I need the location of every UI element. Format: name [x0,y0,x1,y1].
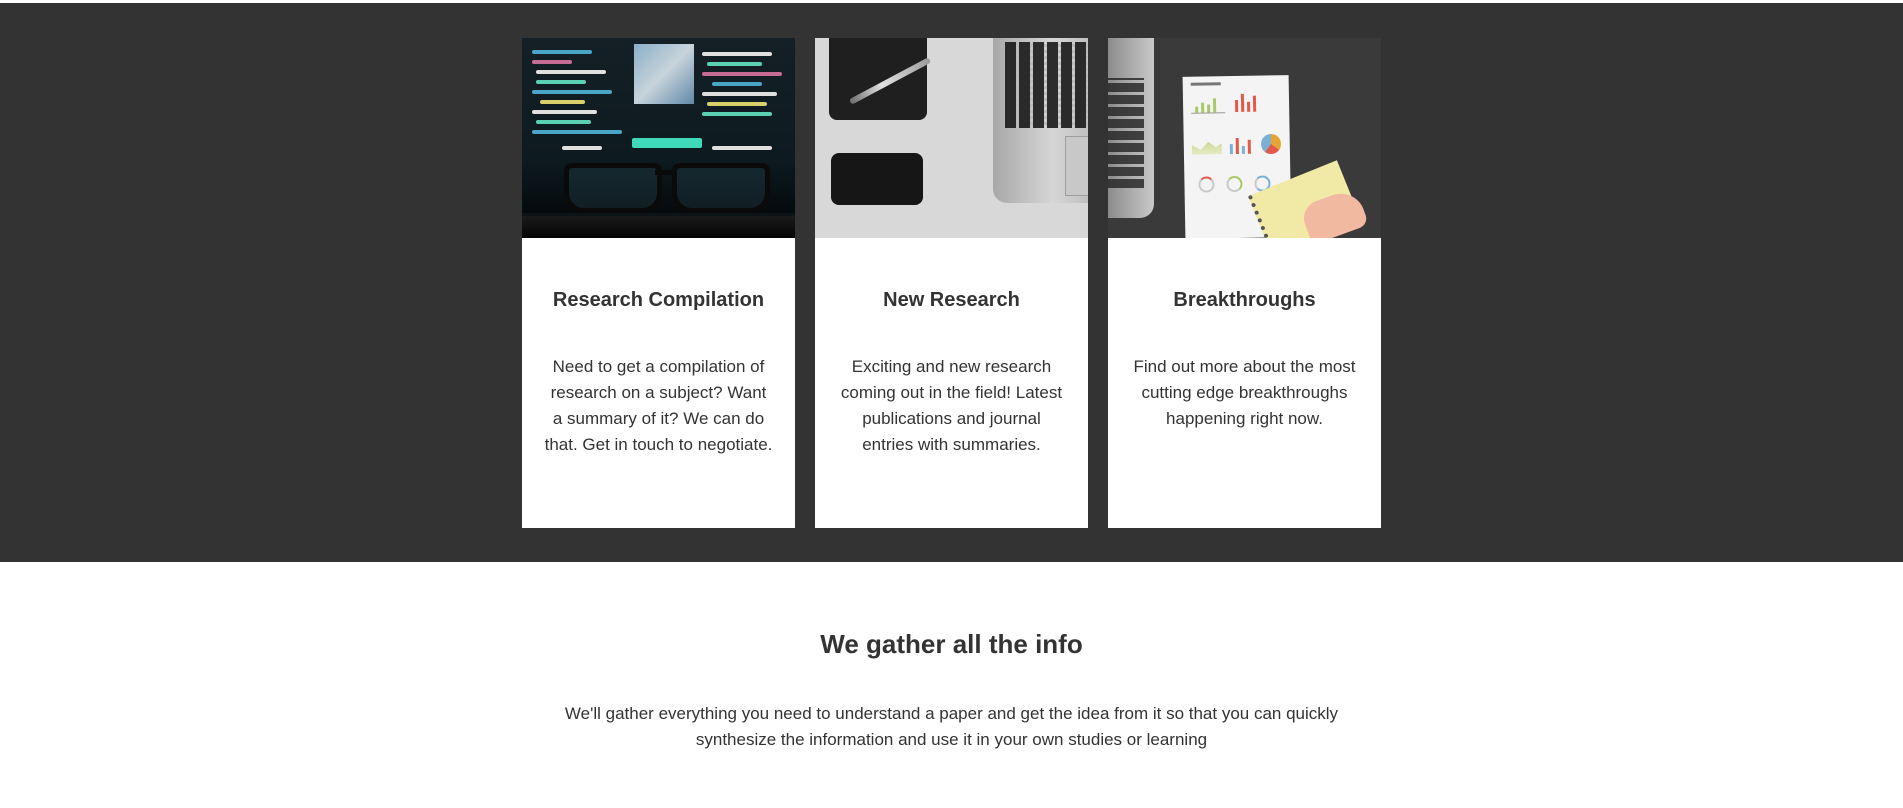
image-panel [634,44,694,104]
desk-edge [522,216,795,238]
glasses-right-lens [672,163,770,213]
card-description: Exciting and new research coming out in … [840,357,1063,454]
info-section: We gather all the info We'll gather ever… [0,562,1903,808]
code-screen-with-glasses-image [522,38,795,238]
glasses-left-lens [564,163,662,213]
notebook [829,38,927,120]
laptop-keyboard [1005,42,1088,128]
card-title: Research Compilation [552,289,765,311]
services-section: Research Compilation Need to get a compi… [0,3,1903,562]
pie-chart-figure [1261,134,1281,154]
desk-notebook-laptop-image [815,38,1088,238]
service-cards: Research Compilation Need to get a compi… [522,38,1381,528]
card-research-compilation: Research Compilation Need to get a compi… [522,38,795,528]
card-title: New Research [883,289,1020,311]
laptop-charts-notepad-image [1108,38,1381,238]
laptop-keyboard [1108,78,1144,188]
phone [831,153,923,205]
laptop-trackpad [1065,136,1088,196]
card-description: Need to get a compilation of research on… [544,357,773,454]
card-title: Breakthroughs [1173,289,1316,311]
info-heading: We gather all the info [820,629,1083,659]
info-paragraph: We'll gather everything you need to unde… [564,704,1339,749]
card-new-research: New Research Exciting and new research c… [815,38,1088,528]
card-description: Find out more about the most cutting edg… [1133,357,1356,428]
card-breakthroughs: Breakthroughs Find out more about the mo… [1108,38,1381,528]
